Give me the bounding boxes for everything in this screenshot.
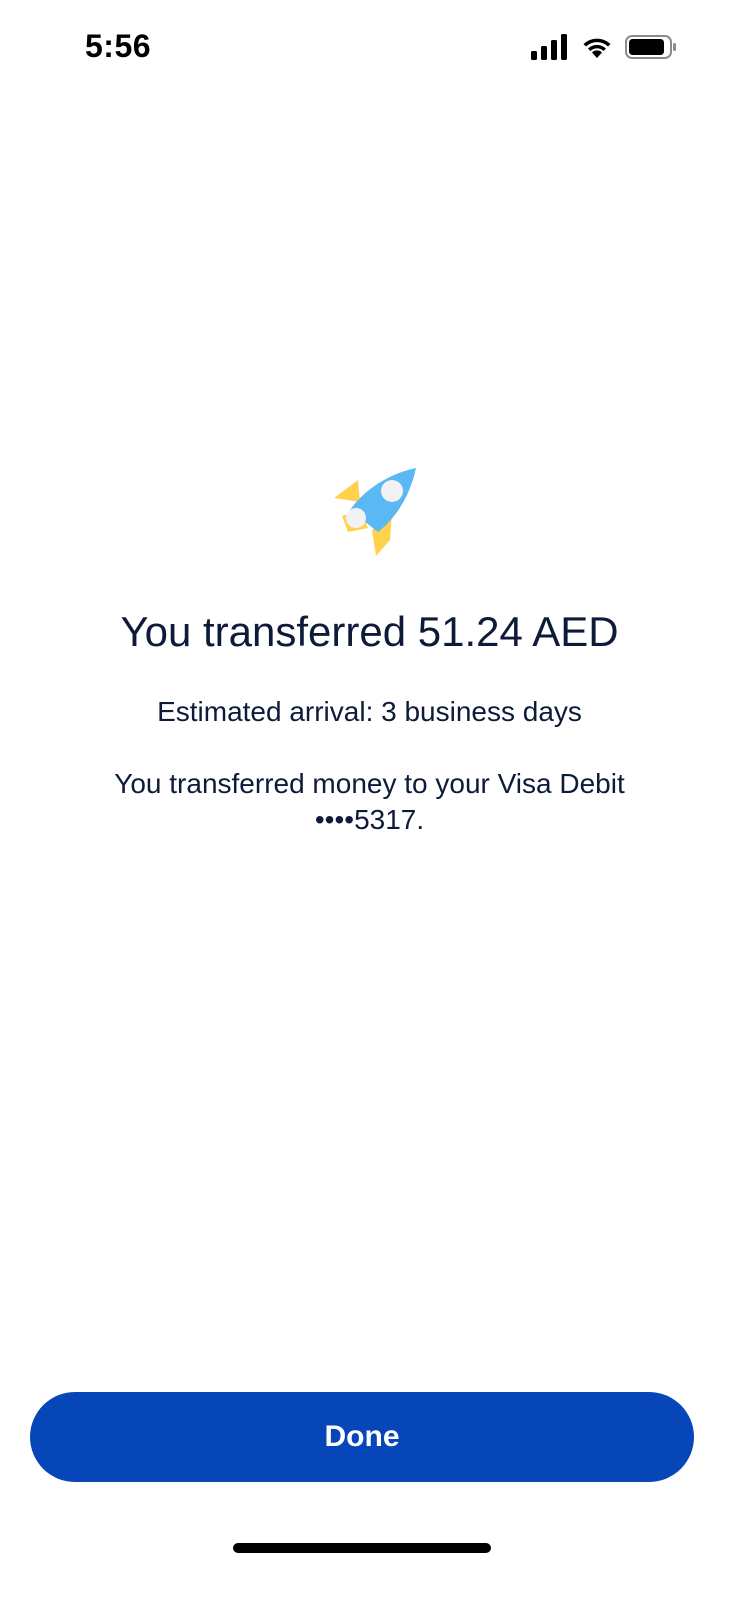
status-bar: 5:56 [0,0,739,100]
rocket-icon [333,468,416,556]
wifi-icon [583,38,611,58]
home-indicator[interactable] [233,1543,491,1553]
confirmation-panel: You transferred 51.24 AED Estimated arri… [0,460,739,838]
transfer-description: You transferred money to your Visa Debit… [114,768,625,835]
signal-icon [531,34,567,60]
done-button[interactable]: Done [30,1392,694,1482]
transfer-title: You transferred 51.24 AED [120,608,619,655]
status-time: 5:56 [85,28,152,64]
estimated-arrival: Estimated arrival: 3 business days [157,696,582,727]
battery-icon [625,35,676,59]
status-icons [531,34,677,60]
